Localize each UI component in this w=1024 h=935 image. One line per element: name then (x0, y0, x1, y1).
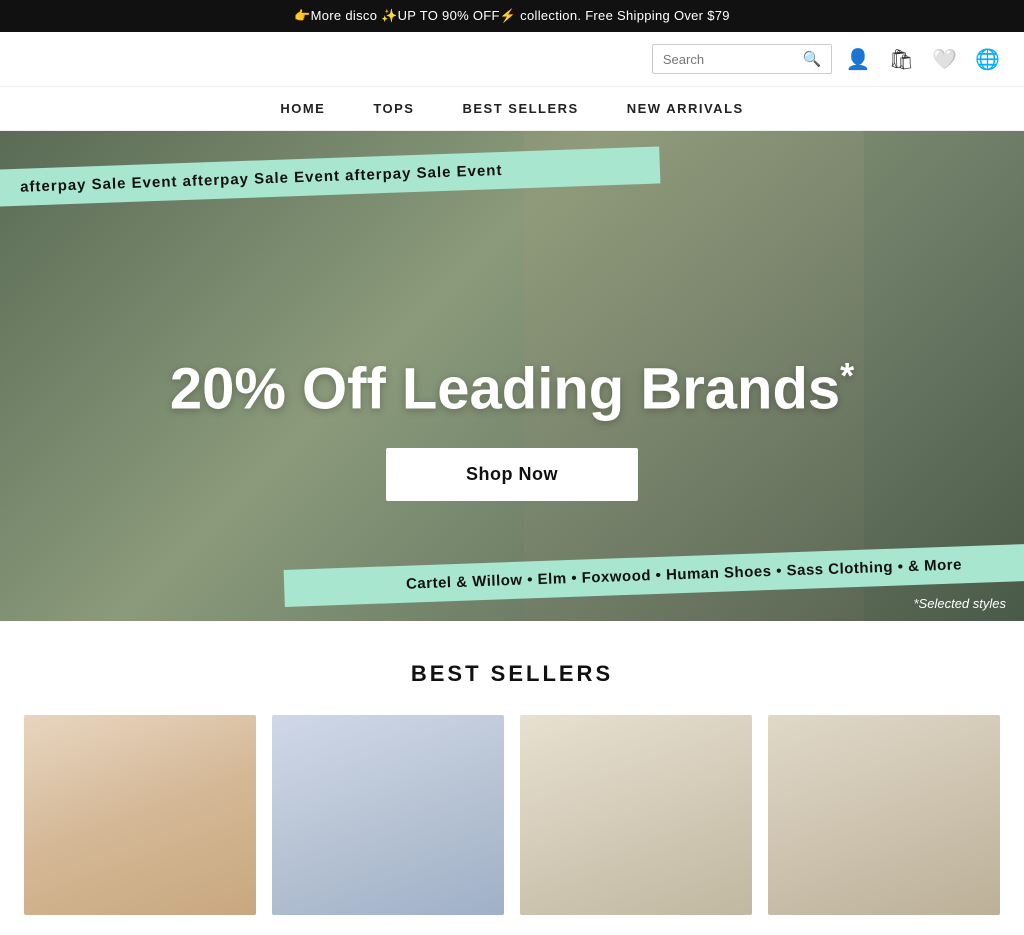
language-icon[interactable]: 🌐 (975, 47, 1000, 72)
best-sellers-section: BEST SELLERS (0, 621, 1024, 935)
hero-content: 20% Off Leading Brands* Shop Now (0, 357, 1024, 501)
hero-banner: afterpay Sale Event afterpay Sale Event … (0, 131, 1024, 621)
hero-asterisk: * (840, 355, 854, 396)
hero-headline-text: 20% Off Leading Brands (170, 356, 840, 421)
search-box[interactable]: 🔍 (652, 44, 832, 74)
nav-item-new-arrivals[interactable]: NEW ARRIVALS (627, 101, 744, 116)
announcement-bar: 👉More disco ✨UP TO 90% OFF⚡ collection. … (0, 0, 1024, 32)
main-nav: HOME TOPS BEST SELLERS NEW ARRIVALS (0, 87, 1024, 131)
product-card-3[interactable] (520, 715, 752, 915)
nav-item-home[interactable]: HOME (280, 101, 325, 116)
header-icons: 👤 🛍 🤍 🌐 (846, 47, 1000, 72)
selected-styles-note: *Selected styles (914, 596, 1007, 611)
hero-headline: 20% Off Leading Brands* (0, 357, 1024, 420)
best-sellers-title: BEST SELLERS (24, 661, 1000, 687)
product-card-4[interactable] (768, 715, 1000, 915)
nav-item-tops[interactable]: TOPS (373, 101, 414, 116)
nav-item-best-sellers[interactable]: BEST SELLERS (462, 101, 578, 116)
product-card-2[interactable] (272, 715, 504, 915)
header: 🔍 👤 🛍 🤍 🌐 (0, 32, 1024, 87)
cart-icon[interactable]: 🛍 (889, 47, 914, 72)
best-sellers-grid (24, 715, 1000, 915)
search-icon[interactable]: 🔍 (803, 50, 822, 68)
shop-now-button[interactable]: Shop Now (386, 448, 638, 501)
search-input[interactable] (663, 52, 803, 67)
wishlist-icon[interactable]: 🤍 (932, 47, 957, 72)
afterpay-text: afterpay Sale Event afterpay Sale Event … (20, 162, 503, 196)
account-icon[interactable]: 👤 (846, 47, 871, 72)
announcement-text: 👉More disco ✨UP TO 90% OFF⚡ collection. … (294, 8, 730, 23)
product-card-1[interactable] (24, 715, 256, 915)
